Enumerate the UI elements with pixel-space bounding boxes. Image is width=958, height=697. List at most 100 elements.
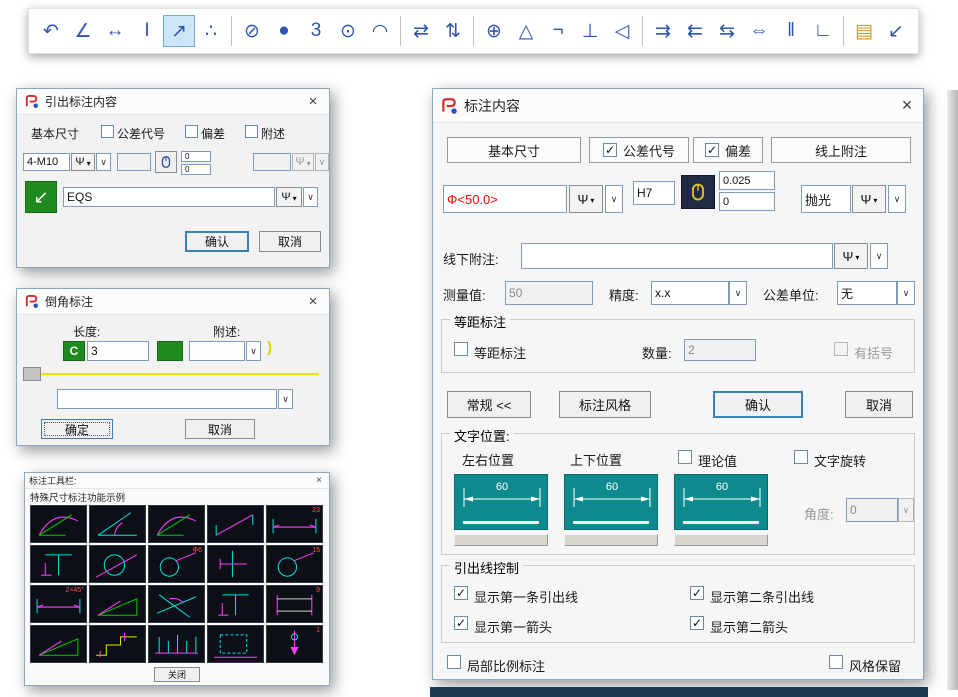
ud-position-preview[interactable]: 60 [564,474,658,530]
preview-tile-angle[interactable] [89,505,146,543]
angle-style-button[interactable] [157,341,183,361]
combo-dropdown-icon[interactable]: ∨ [246,341,261,361]
theoretical-checkbox[interactable] [678,450,692,464]
tolerance-code-checkbox[interactable] [101,125,114,138]
confirm-button[interactable]: 确认 [185,231,249,252]
deviation-checkbox[interactable] [185,125,198,138]
dialog-title-bar[interactable]: 标注内容 × [433,89,923,123]
preview-tile-circle-line[interactable] [89,545,146,583]
combo-dropdown-icon[interactable]: ∨ [278,389,293,409]
dialog-title-bar[interactable]: 引出标注内容 × [17,89,329,115]
close-icon[interactable]: × [898,95,916,116]
theoretical-preview[interactable]: 60 [674,474,768,530]
dim-center-button[interactable]: ⊕ [478,15,510,47]
dim-datum-button[interactable]: ⊥ [574,15,606,47]
note-combo-input[interactable] [189,341,245,361]
upper-deviation-input[interactable]: 0.025 [719,171,775,190]
dim-edit-button[interactable]: ▤ [848,15,880,47]
combo-dropdown-icon[interactable]: ∨ [96,153,111,171]
dim-span-vertical-button[interactable]: ⇅ [437,15,469,47]
dim-circle-button[interactable]: ● [268,15,300,47]
confirm-button[interactable]: 确认 [713,391,803,418]
combo-dropdown-icon[interactable]: ∨ [605,185,623,213]
cancel-button[interactable]: 取消 [845,391,913,418]
combo-dropdown-icon[interactable]: ∨ [303,187,318,207]
deviation-checkbox[interactable]: ✓ [705,143,719,157]
preview-tile-dashed-box[interactable] [207,625,264,663]
dim-horizontal-button[interactable]: ↔ [99,15,131,47]
preview-tile-circle[interactable]: 15 [266,545,323,583]
preview-tile-stair[interactable] [89,625,146,663]
preview-tile-arrow-down[interactable]: 1 [266,625,323,663]
style-button[interactable]: 标注风格 [559,391,651,418]
tolerance-code-toggle[interactable]: ✓ 公差代号 [589,137,689,163]
dim-spacing-button[interactable]: ⇔ [743,15,775,47]
dim-cone-button[interactable]: ◁ [606,15,638,47]
preview-tile-arc-angle[interactable] [30,505,87,543]
dim-radius-button[interactable]: ⊙ [332,15,364,47]
preview-tile-slope[interactable] [30,625,87,663]
dim-baseline-button[interactable]: ⇇ [679,15,711,47]
preview-tile-bracket[interactable]: 9 [266,585,323,623]
dialog-title-bar[interactable]: 倒角标注 × [17,289,329,315]
preview-tile-cross[interactable] [148,585,205,623]
text-rotation-checkbox[interactable] [794,450,808,464]
show-first-arrow-checkbox[interactable]: ✓ [454,616,468,630]
close-icon[interactable]: × [313,475,325,486]
dim-text-edit-button[interactable]: ↙ [880,15,912,47]
length-input[interactable]: 3 [87,341,149,361]
dim-coordinate-button[interactable]: ∴ [195,15,227,47]
leader-direction-button[interactable]: ↙ [25,181,57,213]
tolerance-code-input[interactable] [117,153,151,171]
tolerance-unit-combo[interactable]: 无 [837,281,897,305]
lower-deviation-input[interactable]: 0 [719,192,775,211]
suffix-input[interactable]: 抛光 [801,185,851,213]
dim-continue-button[interactable]: ⇆ [711,15,743,47]
suffix-input-disabled[interactable] [253,153,291,171]
dimension-value-input[interactable]: Φ<50.0> [443,185,567,213]
pick-tolerance-button[interactable] [681,175,715,209]
preview-tile-diag[interactable] [207,505,264,543]
dialog-title-bar[interactable]: 标注工具栏: × [25,473,329,489]
preview-tile-arc-angle[interactable] [148,505,205,543]
dim-arc-button[interactable]: 3 [300,15,332,47]
dim-aligned-button[interactable]: ↗ [163,15,195,47]
dim-taper-button[interactable]: ∟ [807,15,839,47]
dim-smart-button[interactable]: ↶ [35,15,67,47]
preview-tile-tee[interactable] [30,545,87,583]
chamfer-text-combo[interactable] [57,389,277,409]
dim-slope-button[interactable]: △ [510,15,542,47]
deviation-toggle[interactable]: ✓ 偏差 [693,137,763,163]
combo-dropdown-icon[interactable]: ∨ [897,281,915,305]
preview-tile-slope[interactable] [89,585,146,623]
close-button[interactable]: 关闭 [154,667,200,682]
cancel-button[interactable]: 取消 [259,231,321,252]
close-icon[interactable]: × [304,293,322,310]
upper-deviation-input[interactable]: 0 [181,151,211,162]
combo-dropdown-icon[interactable]: ∨ [888,185,906,213]
combo-dropdown-icon[interactable]: ∨ [870,243,888,269]
tolerance-code-checkbox[interactable]: ✓ [603,143,617,157]
lr-position-slider[interactable] [454,534,548,546]
theoretical-slider[interactable] [674,534,768,546]
leader-text-input[interactable]: EQS [63,187,275,207]
dim-shaft-button[interactable]: ‖ [775,15,807,47]
cancel-button[interactable]: 取消 [185,419,255,439]
lr-position-preview[interactable]: 60 [454,474,548,530]
ud-position-slider[interactable] [564,534,658,546]
chamfer-c-button[interactable]: C [63,341,85,361]
tolerance-code-input[interactable]: H7 [633,181,675,205]
show-second-line-checkbox[interactable]: ✓ [690,586,704,600]
special-symbol-button[interactable]: Ψ▾ [71,153,95,171]
size-value-input[interactable]: 4-M10 [23,153,70,171]
online-note-button[interactable]: 线上附注 [771,137,911,163]
below-note-input[interactable] [521,243,833,269]
dim-chain-button[interactable]: ⇉ [647,15,679,47]
special-symbol-button[interactable]: Ψ▾ [276,187,302,207]
dim-diameter-button[interactable]: ⊘ [236,15,268,47]
equidistant-checkbox[interactable] [454,342,468,356]
general-toggle-button[interactable]: 常规 << [447,391,531,418]
lower-deviation-input[interactable]: 0 [181,164,211,175]
preview-tile-circle[interactable]: Φ6 [148,545,205,583]
dim-leader-button[interactable]: ¬ [542,15,574,47]
